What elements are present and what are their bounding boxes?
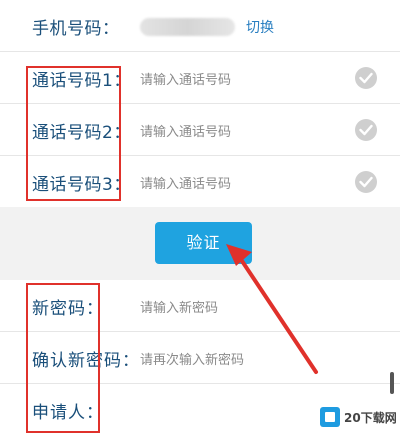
annotation-box-call-numbers xyxy=(26,66,121,201)
watermark-text: 20下载网 xyxy=(344,411,397,425)
phone-number-masked xyxy=(140,18,235,36)
switch-phone-link[interactable]: 切换 xyxy=(246,17,274,37)
check-circle-icon xyxy=(355,119,377,141)
scrollbar[interactable] xyxy=(390,372,394,394)
confirm-password-input[interactable]: 请再次输入新密码 xyxy=(140,349,244,368)
phone-label: 手机号码： xyxy=(32,19,120,39)
annotation-box-password-fields xyxy=(26,283,100,433)
phone-row: 手机号码： 切换 xyxy=(0,0,400,52)
box-logo-icon xyxy=(320,407,340,427)
check-circle-icon xyxy=(355,171,377,193)
call-number-2-input[interactable]: 请输入通话号码 xyxy=(140,121,231,140)
verify-button[interactable]: 验证 xyxy=(155,222,252,264)
call-number-1-input[interactable]: 请输入通话号码 xyxy=(140,69,231,88)
watermark: 20下载网 xyxy=(320,406,397,428)
call-number-3-input[interactable]: 请输入通话号码 xyxy=(140,173,231,192)
check-circle-icon xyxy=(355,67,377,89)
new-password-input[interactable]: 请输入新密码 xyxy=(140,297,218,316)
